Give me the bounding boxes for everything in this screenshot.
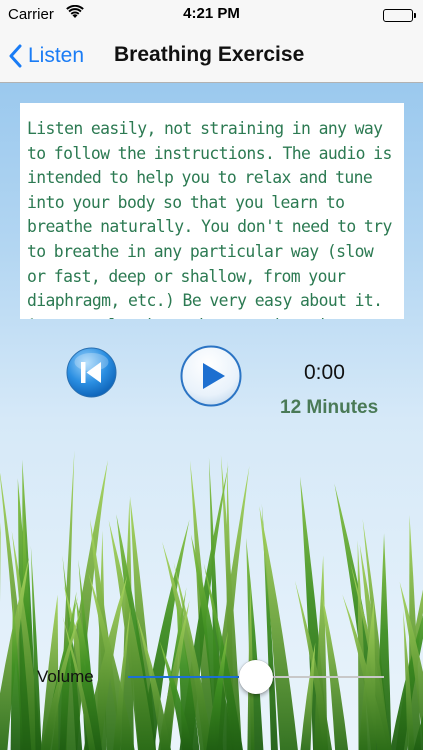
volume-slider[interactable] <box>128 660 384 694</box>
instructions-text-view[interactable]: Listen easily, not straining in any way … <box>20 103 404 319</box>
volume-slider-track <box>256 676 384 678</box>
rewind-icon <box>66 347 117 398</box>
play-icon <box>180 345 242 407</box>
play-button[interactable] <box>180 345 242 407</box>
chevron-left-icon <box>9 44 22 68</box>
grass-background <box>0 450 423 750</box>
status-bar: Carrier 4:21 PM <box>0 0 423 30</box>
back-button[interactable]: Listen <box>8 40 84 72</box>
back-button-label: Listen <box>28 44 85 67</box>
volume-slider-fill <box>128 676 256 678</box>
page-title: Breathing Exercise <box>114 43 305 66</box>
battery-icon <box>383 9 416 22</box>
elapsed-time: 0:00 <box>304 361 345 384</box>
instructions-text: Listen easily, not straining in any way … <box>27 119 392 319</box>
volume-label: Volume <box>37 667 94 686</box>
volume-slider-thumb[interactable] <box>239 660 273 694</box>
rewind-button[interactable] <box>66 347 117 398</box>
clock: 4:21 PM <box>183 5 240 22</box>
navigation-bar: Listen Breathing Exercise <box>0 30 423 83</box>
duration-label: 12 Minutes <box>280 397 379 418</box>
